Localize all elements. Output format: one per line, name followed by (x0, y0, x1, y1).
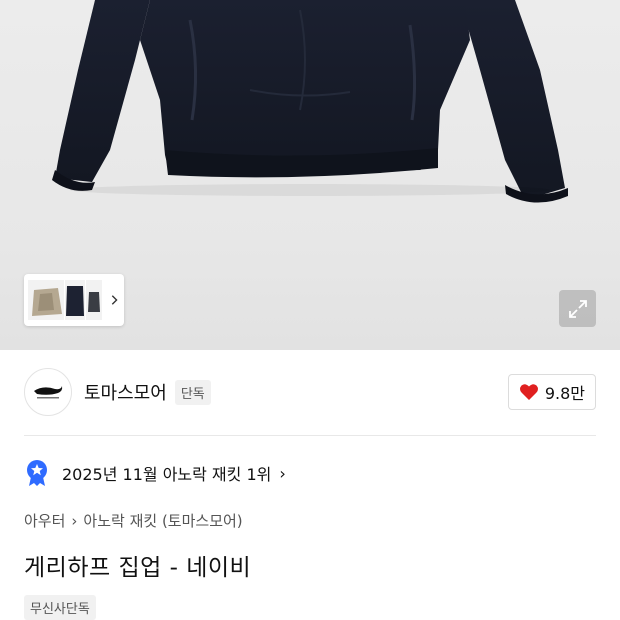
chevron-right-icon[interactable] (108, 293, 120, 307)
product-title: 게리하프 집업 - 네이비 (24, 555, 252, 581)
thumbnail-beige[interactable] (28, 280, 64, 320)
breadcrumb: 아우터 › 아노락 재킷 (토마스모어) (24, 510, 243, 531)
product-image[interactable] (0, 0, 620, 350)
expand-icon (568, 299, 587, 318)
thumbnail-list (28, 280, 102, 320)
brand-name[interactable]: 토마스모어 (84, 379, 167, 405)
brand-exclusive-badge: 단독 (174, 379, 211, 405)
breadcrumb-item-category[interactable]: 아우터 (24, 510, 65, 531)
breadcrumb-separator-icon: › (71, 511, 78, 530)
divider (24, 435, 596, 436)
expand-button[interactable] (559, 290, 596, 327)
ranking-link[interactable]: 2025년 11월 아노락 재킷 1위 › (24, 459, 286, 487)
whale-logo-icon (34, 386, 63, 399)
like-count: 9.8만 (544, 384, 585, 403)
like-button[interactable]: 9.8만 (507, 374, 596, 410)
thumbnail-strip[interactable] (24, 274, 124, 326)
brand-row: 토마스모어 단독 9.8만 (24, 368, 596, 416)
ranking-badge-icon (27, 460, 47, 486)
brand-logo[interactable] (24, 368, 72, 416)
heart-icon (519, 384, 538, 400)
ranking-text: 2025년 11월 아노락 재킷 1위 (62, 465, 272, 484)
chevron-right-icon: › (279, 463, 286, 483)
thumbnail-navy[interactable] (65, 280, 85, 320)
musinsa-exclusive-tag: 무신사단독 (24, 595, 96, 620)
breadcrumb-item-subcategory[interactable]: 아노락 재킷 (토마스모어) (83, 510, 242, 531)
thumbnail-black[interactable] (86, 280, 102, 320)
